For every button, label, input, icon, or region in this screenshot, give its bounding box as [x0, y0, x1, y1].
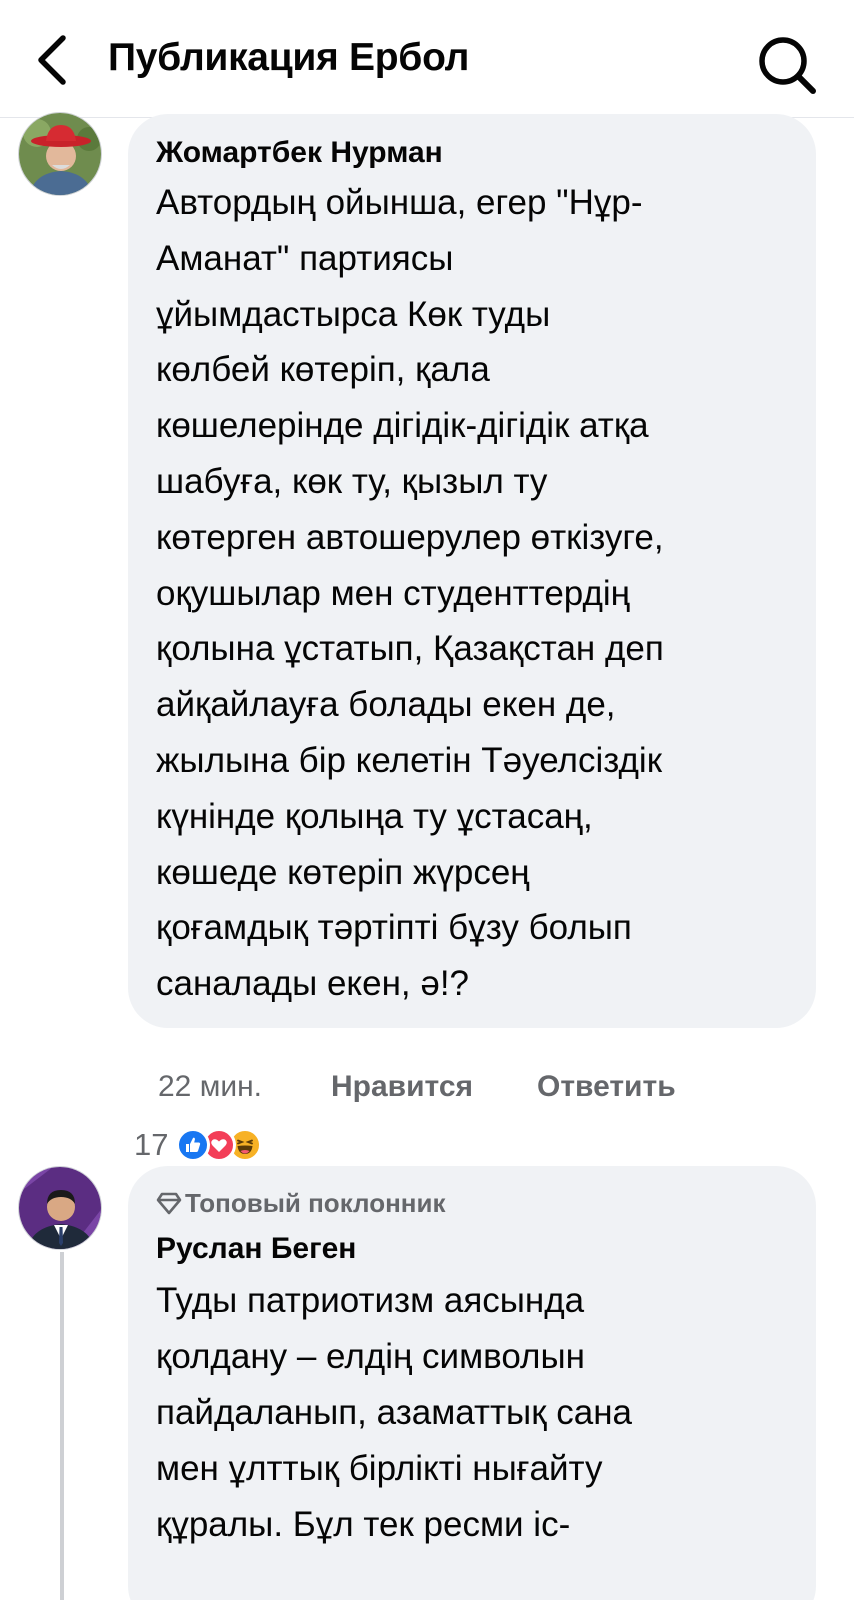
- comment-line: пайдаланып, азаматтық сана: [156, 1393, 632, 1432]
- comment-bubble[interactable]: Жомартбек Нурман Автордың ойынша, егер "…: [128, 114, 816, 1028]
- search-icon: [759, 37, 816, 94]
- avatar[interactable]: [18, 112, 102, 196]
- profile-photo-icon: [19, 1167, 101, 1249]
- comment-line: Аманат" партиясы: [156, 238, 454, 278]
- diamond-icon: [156, 1192, 182, 1215]
- comment-line: Автордың ойынша, егер "Нұр-: [156, 183, 643, 222]
- comment-line: саналады екен, ә!?: [156, 964, 470, 1004]
- comment-line: Туды патриотизм аясында: [156, 1281, 585, 1320]
- reply-thread-line: [60, 1252, 64, 1600]
- comment-line: шабуға, көк ту, қызыл ту: [156, 462, 548, 501]
- comment-line: оқушылар мен студенттердің: [156, 573, 630, 613]
- search-button[interactable]: [756, 34, 818, 96]
- comment-line: қоғамдық тәртіпті бұзу болып: [156, 908, 632, 948]
- comment-line: қолдану – елдің символын: [156, 1337, 585, 1376]
- comment-line: құралы. Бұл тек ресми іс-: [156, 1505, 571, 1544]
- top-bar: Публикация Ербол: [0, 0, 854, 118]
- comment-line: ұйымдастырса Көк туды: [156, 294, 551, 334]
- comment-line: жылына бір келетін Тәуелсіздік: [156, 741, 663, 780]
- comment-bubble[interactable]: Топовый поклонник Руслан Беген Туды патр…: [128, 1166, 816, 1600]
- comment-line: айқайлауға болады екен де,: [156, 685, 616, 725]
- reaction-summary[interactable]: 17: [134, 1126, 294, 1166]
- comment-line: күнінде қолыңа ту ұстасаң,: [156, 796, 593, 836]
- comment-line: мен ұлттық бірлікті нығайту: [156, 1449, 603, 1488]
- chevron-left-icon: [38, 35, 66, 85]
- comment-timestamp[interactable]: 22 мин.: [158, 1070, 262, 1104]
- like-icon: [176, 1128, 210, 1162]
- comment-line: көшелерінде дігідік-дігідік атқа: [156, 406, 649, 446]
- profile-photo-icon: [19, 113, 101, 195]
- comment-line: көлбей көтеріп, қала: [156, 350, 490, 390]
- badge-label: Топовый поклонник: [185, 1188, 446, 1218]
- back-button[interactable]: [30, 30, 80, 90]
- comment-line: көтерген автошерулер өткізуге,: [156, 517, 664, 557]
- avatar[interactable]: [18, 1166, 102, 1250]
- top-fan-badge[interactable]: Топовый поклонник: [156, 1188, 445, 1219]
- post-comments-screen: Публикация Ербол Жомартбек Нурман Авторд…: [0, 0, 854, 1600]
- like-button[interactable]: Нравится: [331, 1070, 473, 1104]
- page-title: Публикация Ербол: [108, 36, 470, 79]
- comment-line: көшеде көтеріп жүрсең: [156, 852, 530, 892]
- reply-button[interactable]: Ответить: [537, 1070, 676, 1104]
- comment-line: қолына ұстатып, Қазақстан деп: [156, 629, 664, 669]
- comment-author[interactable]: Руслан Беген: [156, 1232, 356, 1266]
- comment-author[interactable]: Жомартбек Нурман: [156, 136, 443, 170]
- reaction-count: 17: [134, 1127, 169, 1162]
